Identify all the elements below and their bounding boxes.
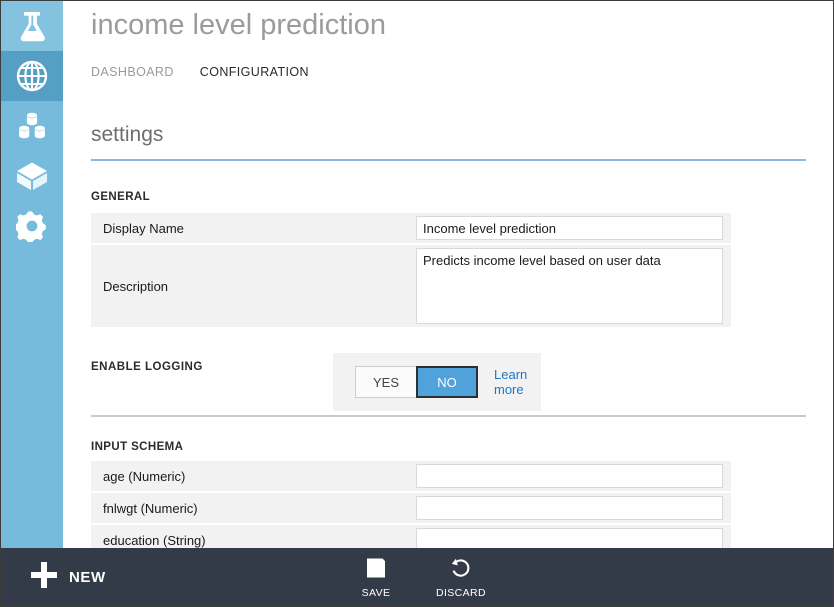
schema-row-label: age (Numeric) [103,468,186,484]
logging-section-divider [91,415,806,417]
app-window: income level prediction DASHBOARD CONFIG… [0,0,834,607]
learn-more-link[interactable]: Learn more [494,367,541,397]
table-row: fnlwgt (Numeric) [91,493,731,525]
toggle-option-yes[interactable]: YES [355,366,417,398]
table-row: age (Numeric) [91,461,731,493]
tab-configuration[interactable]: CONFIGURATION [200,65,309,79]
discard-icon [450,557,472,584]
rail-item-trained-models[interactable] [1,151,63,201]
tab-dashboard[interactable]: DASHBOARD [91,65,174,79]
description-label: Description [103,278,169,294]
display-name-label: Display Name [103,220,184,236]
discard-button[interactable]: DISCARD [426,557,496,599]
section-label-input-schema: INPUT SCHEMA [91,441,184,453]
input-schema-table: age (Numeric) fnlwgt (Numeric) education… [91,461,731,557]
settings-heading-divider [91,159,806,161]
rail-item-datasets[interactable] [1,101,63,151]
rail-item-web-services[interactable] [1,51,63,101]
globe-icon [16,60,48,92]
display-name-input[interactable] [416,216,723,240]
toggle-option-no[interactable]: NO [416,366,478,398]
flask-icon [17,10,47,42]
plus-icon [29,560,59,595]
table-row: Display Name [91,213,731,245]
discard-label: DISCARD [435,587,487,599]
rail-item-settings[interactable] [1,201,63,251]
new-button[interactable]: NEW [29,560,106,595]
settings-heading: settings [91,123,164,146]
left-nav-rail [1,1,63,606]
schema-row-label: fnlwgt (Numeric) [103,500,198,516]
tab-bar: DASHBOARD CONFIGURATION [91,65,335,79]
new-button-label: NEW [69,569,106,586]
gear-icon [16,210,48,242]
enable-logging-panel: YES NO Learn more [333,353,541,411]
save-icon [365,557,387,584]
save-button[interactable]: SAVE [341,557,411,599]
main-content: income level prediction DASHBOARD CONFIG… [63,1,833,606]
page-title: income level prediction [91,9,386,41]
schema-row-input[interactable] [416,496,723,520]
section-label-enable-logging: ENABLE LOGGING [91,361,203,373]
schema-row-label: education (String) [103,532,206,548]
general-settings-table: Display Name Description [91,213,731,329]
datasets-icon [16,110,48,142]
schema-row-input[interactable] [416,464,723,488]
save-label: SAVE [361,587,391,599]
rail-item-experiments[interactable] [1,1,63,51]
description-input[interactable] [416,248,723,324]
bottom-command-bar: NEW SAVE DISCARD [1,548,833,606]
section-label-general: GENERAL [91,191,151,203]
cube-icon [16,161,48,191]
table-row: Description [91,245,731,329]
enable-logging-toggle: YES NO [355,366,478,398]
